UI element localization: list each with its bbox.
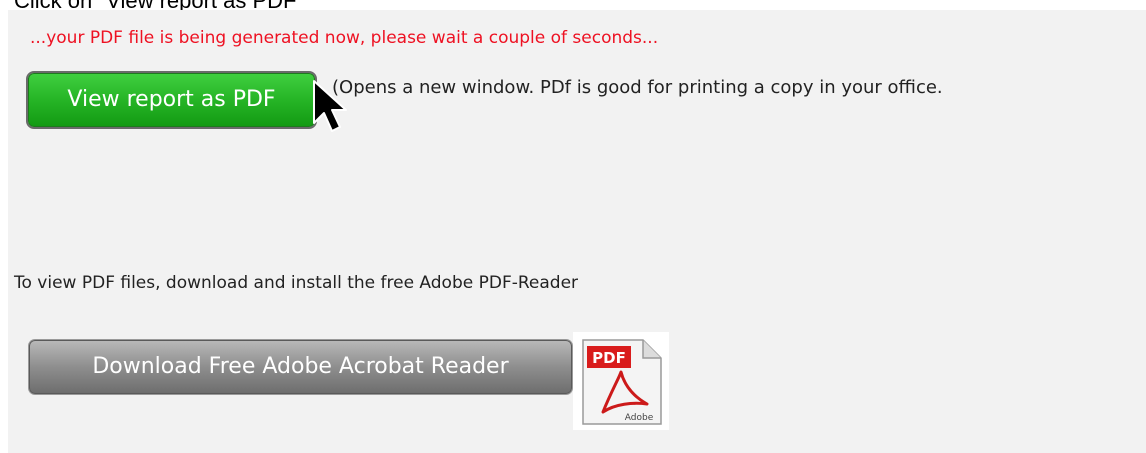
pdf-badge-label: PDF — [592, 349, 626, 367]
view-report-pdf-button[interactable]: View report as PDF — [28, 73, 315, 127]
adobe-pdf-icon[interactable]: PDF Adobe — [573, 332, 669, 430]
content-panel: ...your PDF file is being generated now,… — [8, 10, 1146, 453]
adobe-brand-label: Adobe — [625, 413, 654, 423]
adobe-reader-instruction: To view PDF files, download and install … — [14, 273, 579, 293]
generation-status-message: ...your PDF file is being generated now,… — [30, 28, 659, 48]
mouse-pointer-icon — [312, 79, 352, 135]
page: Click on "View report as PDF" ...your PD… — [0, 0, 1146, 453]
opens-new-window-note: (Opens a new window. PDf is good for pri… — [332, 77, 943, 98]
download-acrobat-reader-button[interactable]: Download Free Adobe Acrobat Reader — [29, 340, 572, 394]
